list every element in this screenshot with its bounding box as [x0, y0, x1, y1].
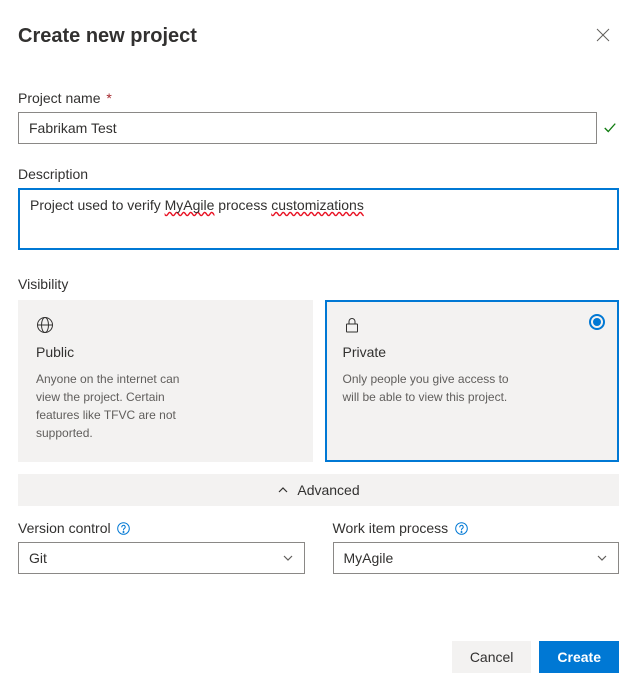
desc-text-mid: process	[214, 197, 271, 213]
visibility-private-title: Private	[343, 344, 602, 360]
work-item-process-field: Work item process MyAgile	[333, 520, 620, 574]
version-control-value: Git	[29, 550, 47, 566]
required-marker: *	[106, 90, 111, 106]
project-name-input[interactable]	[18, 112, 597, 144]
checkmark-icon	[603, 121, 619, 135]
close-button[interactable]	[587, 20, 619, 52]
create-button[interactable]: Create	[539, 641, 619, 673]
close-icon	[595, 27, 611, 46]
lock-icon	[343, 316, 602, 334]
chevron-down-icon	[596, 552, 608, 564]
desc-text-pre: Project used to verify	[30, 197, 165, 213]
advanced-toggle[interactable]: Advanced	[18, 474, 619, 506]
work-item-process-select[interactable]: MyAgile	[333, 542, 620, 574]
work-item-process-value: MyAgile	[344, 550, 394, 566]
version-control-field: Version control Git	[18, 520, 305, 574]
advanced-section: Version control Git Work item process	[18, 520, 619, 574]
dialog-footer: Cancel Create	[452, 641, 619, 673]
visibility-option-public[interactable]: Public Anyone on the internet can view t…	[18, 300, 313, 462]
advanced-label: Advanced	[297, 482, 359, 498]
chevron-up-icon	[277, 484, 289, 496]
visibility-public-title: Public	[36, 344, 295, 360]
description-label: Description	[18, 166, 619, 182]
desc-spell-error-1: MyAgile	[165, 197, 215, 213]
project-name-label: Project name *	[18, 90, 619, 106]
visibility-option-private[interactable]: Private Only people you give access to w…	[325, 300, 620, 462]
project-name-field: Project name *	[18, 90, 619, 144]
help-icon[interactable]	[117, 521, 131, 535]
work-item-process-label: Work item process	[333, 520, 449, 536]
visibility-section: Visibility Public Anyone on the internet…	[18, 276, 619, 462]
globe-icon	[36, 316, 295, 334]
dialog-header: Create new project	[18, 20, 619, 52]
visibility-label: Visibility	[18, 276, 619, 292]
version-control-label: Version control	[18, 520, 111, 536]
cancel-button[interactable]: Cancel	[452, 641, 532, 673]
help-icon[interactable]	[454, 521, 468, 535]
version-control-select[interactable]: Git	[18, 542, 305, 574]
chevron-down-icon	[282, 552, 294, 564]
visibility-public-desc: Anyone on the internet can view the proj…	[36, 370, 206, 442]
radio-selected-icon	[589, 314, 605, 330]
visibility-private-desc: Only people you give access to will be a…	[343, 370, 513, 406]
desc-spell-error-2: customizations	[271, 197, 364, 213]
description-input[interactable]: Project used to verify MyAgile process c…	[18, 188, 619, 250]
description-field: Description Project used to verify MyAgi…	[18, 166, 619, 250]
project-name-label-text: Project name	[18, 90, 100, 106]
dialog-title: Create new project	[18, 25, 197, 48]
